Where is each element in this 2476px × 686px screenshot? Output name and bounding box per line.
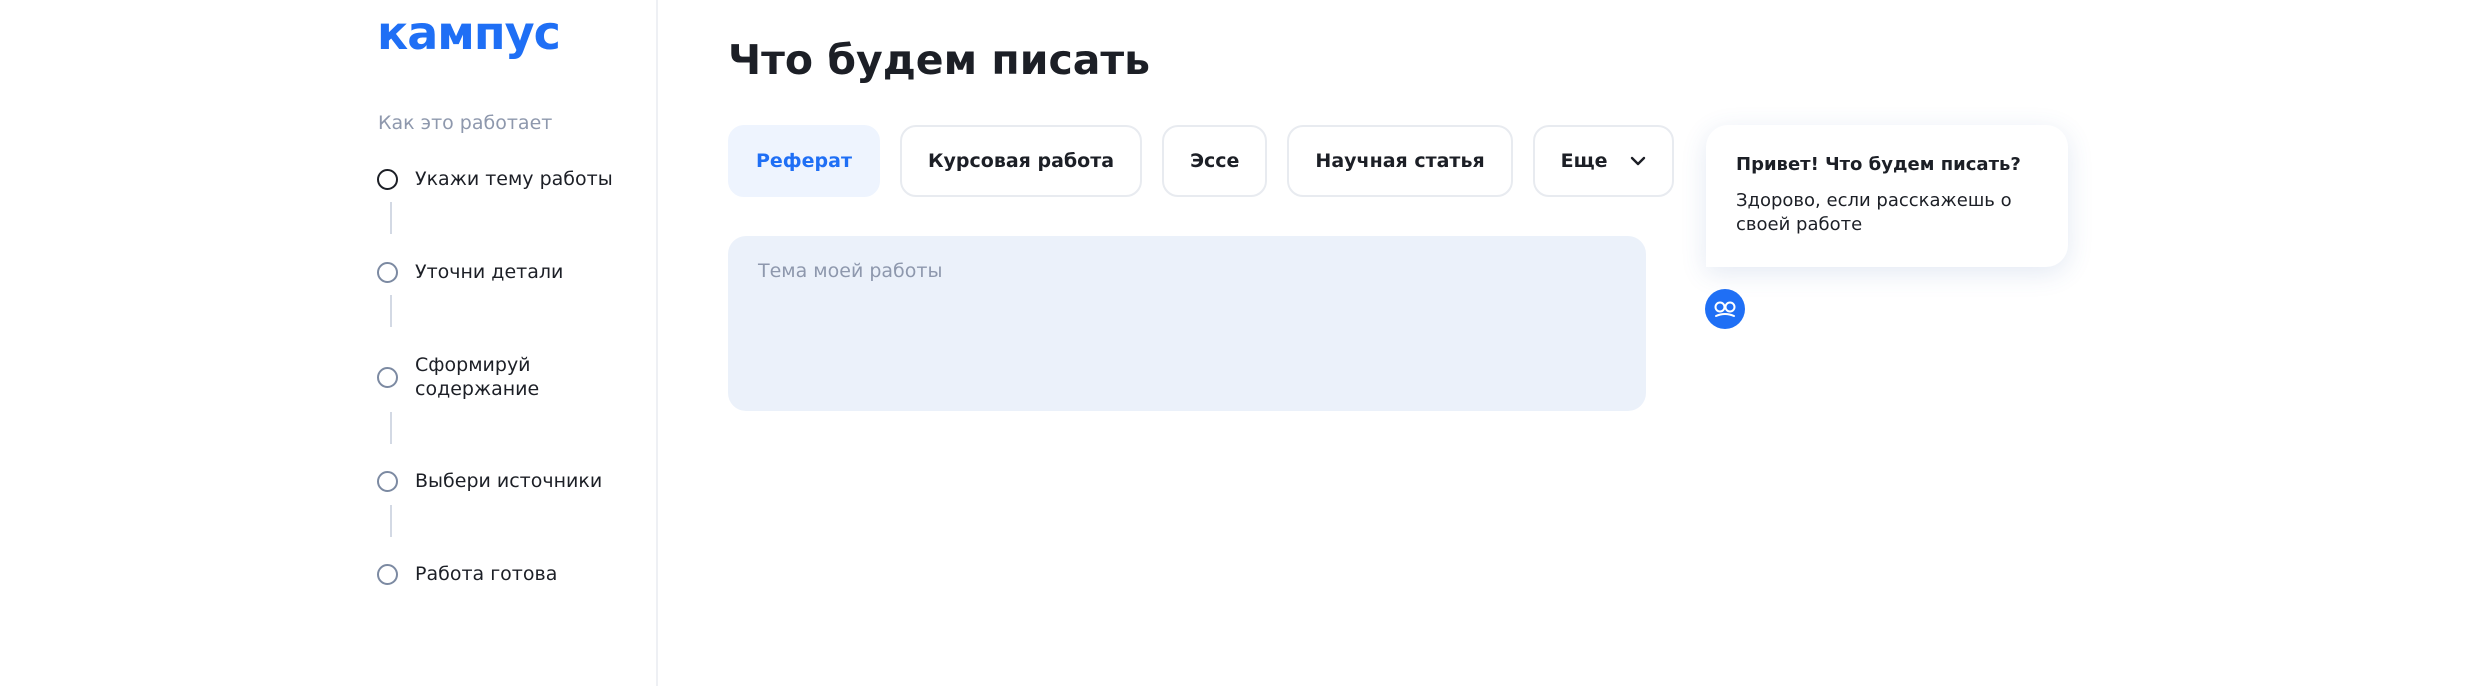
step-connector <box>390 295 392 327</box>
step-contents: Сформируй содержание <box>377 353 545 401</box>
step-connector <box>390 505 392 537</box>
step-label: Сформируй содержание <box>415 354 540 400</box>
step-connector <box>390 412 392 444</box>
tab-label: Научная статья <box>1315 150 1485 172</box>
tab-label: Эссе <box>1190 150 1240 172</box>
step-sources: Выбери источники <box>377 469 615 493</box>
step-indicator-icon <box>377 563 398 585</box>
step-indicator-icon <box>377 366 398 388</box>
assistant-icon <box>1714 301 1736 317</box>
sidebar: кампус Как это работает Укажи тему работ… <box>0 0 658 686</box>
topic-input[interactable] <box>728 236 1646 411</box>
tab-course-work[interactable]: Курсовая работа <box>899 125 1143 197</box>
step-label: Работа готова <box>415 563 558 585</box>
how-it-works-title: Как это работает <box>378 112 553 134</box>
step-indicator-icon <box>377 168 398 190</box>
step-label: Выбери источники <box>415 470 603 492</box>
assistant-message-title: Привет! Что будем писать? <box>1736 154 2021 175</box>
step-indicator-icon <box>377 470 398 492</box>
tab-label: Еще <box>1560 150 1608 172</box>
assistant-avatar <box>1705 289 1745 329</box>
step-done: Работа готова <box>377 562 615 586</box>
chevron-down-icon <box>1630 156 1646 166</box>
step-label: Уточни детали <box>415 261 564 283</box>
tab-more[interactable]: Еще <box>1532 125 1674 197</box>
step-label: Укажи тему работы <box>415 168 613 190</box>
tab-label: Реферат <box>756 150 852 172</box>
step-details: Уточни детали <box>377 260 615 284</box>
tab-essay[interactable]: Эссе <box>1162 125 1268 197</box>
tab-referat[interactable]: Реферат <box>728 125 880 197</box>
tab-scientific-article[interactable]: Научная статья <box>1287 125 1513 197</box>
step-connector <box>390 202 392 234</box>
step-indicator-icon <box>377 261 398 283</box>
assistant-message: Привет! Что будем писать? Здорово, если … <box>1706 125 2068 267</box>
tab-label: Курсовая работа <box>927 150 1115 172</box>
step-topic: Укажи тему работы <box>377 167 615 191</box>
work-type-tabs: Реферат Курсовая работа Эссе Научная ста… <box>728 125 1694 197</box>
page-title: Что будем писать <box>728 36 1151 84</box>
kampus-logo[interactable]: кампус <box>377 5 561 61</box>
assistant-message-text: Здорово, если расскажешь о своей работе <box>1736 190 2012 235</box>
